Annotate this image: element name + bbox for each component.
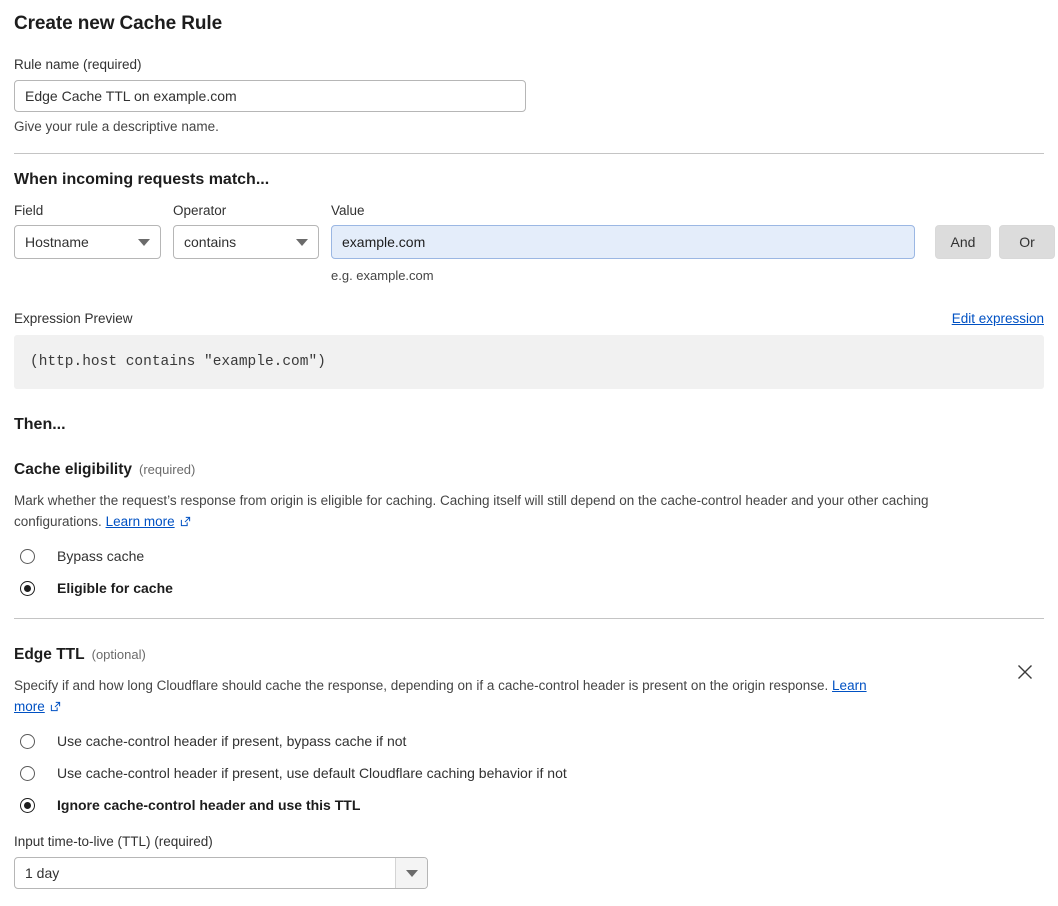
value-column: Value e.g. example.com: [331, 203, 915, 283]
match-section: When incoming requests match... Field Ho…: [14, 154, 1055, 283]
external-link-icon: [50, 697, 61, 712]
ttl-select[interactable]: 1 day: [14, 857, 428, 889]
expression-preview-section: Expression Preview Edit expression (http…: [14, 311, 1044, 389]
value-label: Value: [331, 203, 365, 218]
close-icon[interactable]: [1014, 661, 1036, 683]
chevron-down-icon: [296, 239, 308, 246]
field-label: Field: [14, 203, 44, 218]
radio-bypass-cache-indicator: [20, 548, 35, 564]
radio-ignore-cc-label: Ignore cache-control header and use this…: [57, 797, 361, 813]
expression-preview-label: Expression Preview: [14, 311, 133, 326]
edge-ttl-description-text: Specify if and how long Cloudflare shoul…: [14, 678, 829, 693]
operator-select[interactable]: contains: [173, 225, 319, 259]
radio-cc-bypass[interactable]: Use cache-control header if present, byp…: [14, 733, 1044, 749]
field-select[interactable]: Hostname: [14, 225, 161, 259]
operator-select-value: contains: [184, 234, 237, 250]
radio-eligible-for-cache-label: Eligible for cache: [57, 580, 173, 596]
operator-label: Operator: [173, 203, 227, 218]
value-input[interactable]: [331, 225, 915, 259]
edge-ttl-header: Edge TTL (optional): [14, 646, 1044, 664]
and-button[interactable]: And: [935, 225, 991, 259]
or-button[interactable]: Or: [999, 225, 1055, 259]
match-heading: When incoming requests match...: [14, 171, 270, 188]
rule-name-helper: Give your rule a descriptive name.: [14, 119, 219, 134]
cache-eligibility-title: Cache eligibility: [14, 461, 133, 478]
value-hint: e.g. example.com: [331, 268, 434, 283]
ttl-select-value: 1 day: [25, 865, 60, 881]
cache-eligibility-qualifier: (required): [139, 462, 196, 477]
condition-row: Field Hostname Operator contains Value e…: [14, 203, 1055, 283]
cache-eligibility-learn-more-link[interactable]: Learn more: [106, 514, 175, 529]
radio-bypass-cache-label: Bypass cache: [57, 548, 145, 564]
radio-cc-bypass-label: Use cache-control header if present, byp…: [57, 733, 407, 749]
edge-ttl-section: Edge TTL (optional) Specify if and how l…: [14, 646, 1044, 889]
radio-eligible-for-cache[interactable]: Eligible for cache: [14, 580, 1044, 596]
radio-ignore-cc[interactable]: Ignore cache-control header and use this…: [14, 797, 1044, 813]
field-column: Field Hostname: [14, 203, 161, 259]
expression-preview-box: (http.host contains "example.com"): [14, 335, 1044, 389]
radio-cc-default[interactable]: Use cache-control header if present, use…: [14, 765, 1044, 781]
rule-name-label: Rule name (required): [14, 57, 142, 72]
edge-ttl-title: Edge TTL: [14, 646, 85, 663]
cache-eligibility-section: Cache eligibility (required) Mark whethe…: [14, 461, 1044, 596]
ttl-input-label: Input time-to-live (TTL) (required): [14, 834, 213, 849]
rule-name-input[interactable]: [14, 80, 526, 112]
ttl-select-toggle[interactable]: [395, 858, 427, 888]
edge-ttl-description: Specify if and how long Cloudflare shoul…: [14, 675, 894, 717]
chevron-down-icon: [138, 239, 150, 246]
edit-expression-link[interactable]: Edit expression: [952, 311, 1044, 326]
page-title: Create new Cache Rule: [14, 13, 223, 34]
radio-cc-default-label: Use cache-control header if present, use…: [57, 765, 567, 781]
radio-ignore-cc-indicator: [20, 797, 35, 813]
expression-header: Expression Preview Edit expression: [14, 311, 1044, 326]
radio-cc-default-indicator: [20, 765, 35, 781]
create-cache-rule-form: Create new Cache Rule Rule name (require…: [0, 0, 1058, 906]
logic-buttons: And Or: [935, 225, 1055, 259]
divider-edge-ttl: [14, 618, 1044, 619]
radio-bypass-cache[interactable]: Bypass cache: [14, 548, 1044, 564]
operator-column: Operator contains: [173, 203, 319, 259]
field-select-value: Hostname: [25, 234, 89, 250]
then-heading: Then...: [14, 416, 66, 433]
cache-eligibility-header: Cache eligibility (required): [14, 461, 1044, 479]
external-link-icon: [180, 512, 191, 527]
chevron-down-icon: [405, 869, 418, 877]
cache-eligibility-description: Mark whether the request’s response from…: [14, 490, 1014, 532]
radio-eligible-for-cache-indicator: [20, 580, 35, 596]
radio-cc-bypass-indicator: [20, 733, 35, 749]
edge-ttl-qualifier: (optional): [91, 647, 146, 662]
